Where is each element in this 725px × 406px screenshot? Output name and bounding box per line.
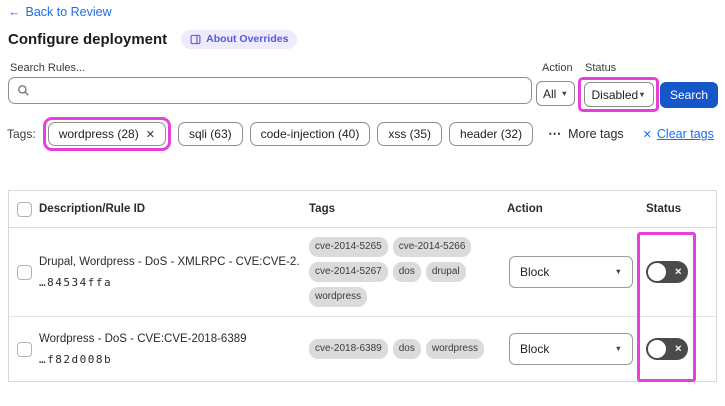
row-checkbox[interactable] — [16, 264, 32, 280]
tag-filter-code-injection[interactable]: code-injection (40) — [249, 122, 371, 146]
status-toggle[interactable]: ✕ — [646, 261, 688, 283]
clear-tags-label: Clear tags — [656, 127, 714, 141]
row-checkbox[interactable] — [16, 341, 32, 357]
action-filter-value: All — [543, 86, 557, 101]
action-select-value: Block — [520, 265, 550, 279]
table-header-row: Description/Rule ID Tags Action Status — [9, 191, 716, 228]
status-filter-dropdown[interactable]: Disabled ▼ — [583, 82, 654, 107]
rule-tags: cve-2014-5265 cve-2014-5266 cve-2014-5267 d… — [307, 229, 507, 315]
column-header-tags: Tags — [309, 203, 335, 215]
status-toggle[interactable]: ✕ — [646, 338, 688, 360]
tag-chip: wordpress — [425, 339, 484, 359]
table-row: Drupal, Wordpress - DoS - XMLRPC - CVE:C… — [9, 228, 716, 317]
tag-filter-wordpress[interactable]: wordpress (28) ✕ — [47, 122, 166, 146]
selected-tag-highlight: wordpress (28) ✕ — [42, 117, 171, 151]
rule-tags: cve-2018-6389 dos wordpress — [307, 331, 507, 367]
tag-chip: cve-2014-5266 — [392, 237, 472, 257]
tag-chip: dos — [392, 262, 421, 282]
tag-chip: dos — [392, 339, 421, 359]
page-title: Configure deployment — [8, 31, 168, 48]
configure-deployment-page: ← Back to Review Configure deployment Ab… — [0, 0, 725, 406]
column-header-action: Action — [507, 203, 543, 215]
action-filter-dropdown[interactable]: All ▼ — [536, 81, 575, 106]
status-filter-label: Status — [585, 62, 617, 74]
tag-filter-label: wordpress (28) — [58, 127, 139, 141]
chevron-down-icon: ▼ — [560, 88, 568, 98]
search-rules-label: Search Rules... — [10, 62, 86, 74]
more-tags-button[interactable]: ⋯ More tags — [548, 126, 624, 142]
table-row: Wordpress - DoS - CVE:CVE-2018-6389 …f82… — [9, 317, 716, 381]
rules-table: Description/Rule ID Tags Action Status D… — [8, 190, 717, 382]
tag-chip: wordpress — [309, 287, 368, 307]
column-header-description: Description/Rule ID — [39, 203, 146, 215]
tag-filter-xss[interactable]: xss (35) — [377, 122, 443, 146]
rule-id: …f82d008b — [39, 352, 113, 366]
search-icon — [18, 85, 29, 96]
chevron-down-icon: ▼ — [614, 267, 622, 277]
toggle-knob — [648, 340, 666, 358]
column-header-status: Status — [646, 203, 682, 215]
status-filter-highlight: Disabled ▼ — [578, 77, 659, 112]
select-all-checkbox[interactable] — [16, 201, 32, 217]
toggle-knob — [648, 263, 666, 281]
action-select[interactable]: Block ▼ — [509, 333, 633, 365]
search-button[interactable]: Search — [660, 82, 718, 108]
remove-tag-icon[interactable]: ✕ — [146, 128, 155, 141]
search-box — [8, 77, 532, 104]
tag-filter-sqli[interactable]: sqli (63) — [177, 122, 243, 146]
back-arrow-icon: ← — [8, 5, 21, 19]
tag-chip: cve-2018-6389 — [309, 339, 388, 359]
tags-bar: Tags: wordpress (28) ✕ sqli (63) code-in… — [7, 117, 714, 151]
toggle-off-icon: ✕ — [674, 266, 682, 277]
action-filter-label: Action — [542, 62, 573, 74]
about-badge-label: About Overrides — [206, 33, 289, 45]
rule-description: Drupal, Wordpress - DoS - XMLRPC - CVE:C… — [39, 255, 299, 268]
rule-description: Wordpress - DoS - CVE:CVE-2018-6389 — [39, 332, 247, 345]
ellipsis-icon: ⋯ — [548, 126, 563, 141]
action-select-value: Block — [520, 342, 550, 356]
clear-tags-button[interactable]: ✕ Clear tags — [643, 127, 714, 141]
action-select[interactable]: Block ▼ — [509, 256, 633, 288]
tag-filter-header[interactable]: header (32) — [449, 122, 534, 146]
more-tags-label: More tags — [568, 127, 624, 141]
about-overrides-badge[interactable]: About Overrides — [181, 30, 298, 49]
tag-chip: drupal — [425, 262, 466, 282]
status-filter-value: Disabled — [591, 87, 639, 102]
back-link-label: Back to Review — [25, 5, 112, 19]
rule-id: …84534ffa — [39, 275, 113, 289]
chevron-down-icon: ▼ — [614, 344, 622, 354]
tag-chip: cve-2014-5267 — [309, 262, 388, 282]
clear-icon: ✕ — [642, 128, 652, 141]
back-to-review-link[interactable]: ← Back to Review — [8, 5, 112, 19]
tag-chip: cve-2014-5265 — [309, 237, 388, 257]
chevron-down-icon: ▼ — [638, 89, 646, 99]
toggle-off-icon: ✕ — [674, 343, 682, 354]
book-icon — [190, 34, 201, 44]
title-row: Configure deployment About Overrides — [8, 30, 298, 49]
tags-bar-label: Tags: — [7, 127, 36, 141]
search-input[interactable] — [36, 83, 523, 98]
